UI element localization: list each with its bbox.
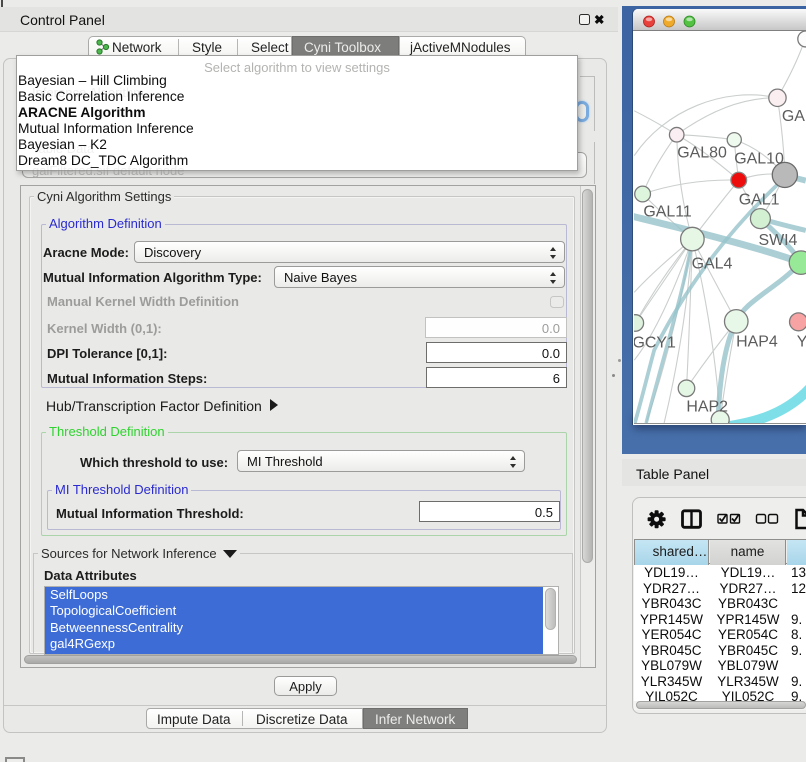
svg-text:GAL4: GAL4 — [692, 255, 733, 272]
svg-text:GAL11: GAL11 — [643, 204, 692, 221]
svg-text:GAL10: GAL10 — [734, 151, 784, 168]
svg-text:HAP4: HAP4 — [736, 334, 778, 351]
svg-text:GAL1: GAL1 — [739, 192, 780, 209]
svg-text:GAL80: GAL80 — [677, 145, 727, 162]
svg-text:YM: YM — [797, 334, 806, 351]
svg-text:GAL7: GAL7 — [782, 108, 806, 125]
svg-text:SWI4: SWI4 — [758, 232, 797, 249]
svg-text:HAP2: HAP2 — [686, 399, 728, 416]
svg-text:GCY1: GCY1 — [634, 335, 676, 352]
